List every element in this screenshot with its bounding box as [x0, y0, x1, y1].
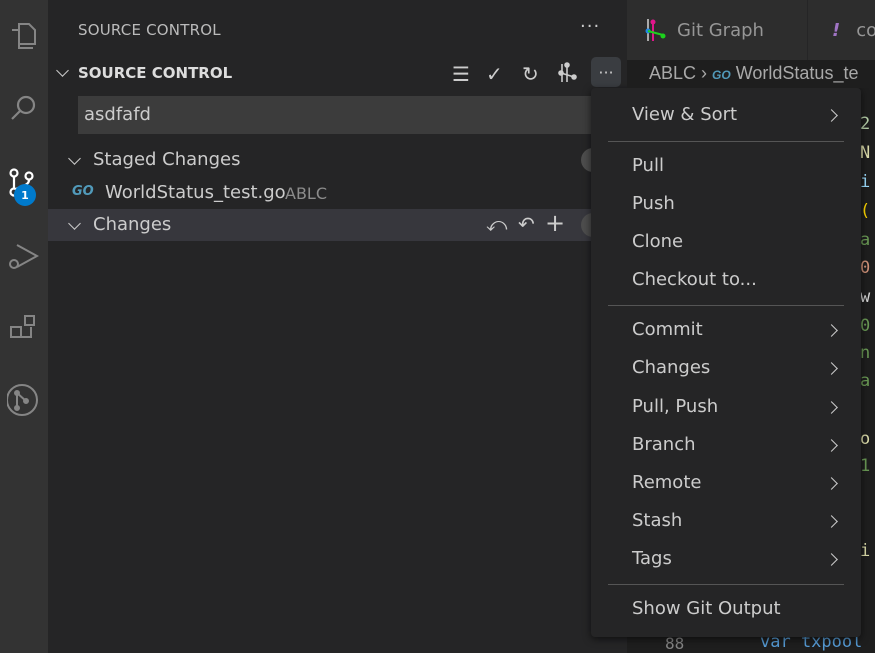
- code-fragment: 1: [860, 456, 871, 476]
- extensions-icon[interactable]: [0, 304, 48, 352]
- chevron-right-icon: [825, 362, 838, 375]
- code-fragment: a: [860, 230, 871, 250]
- tab-git-graph[interactable]: Git Graph: [627, 0, 807, 60]
- chevron-down-icon: [68, 152, 81, 165]
- menu-separator: [608, 141, 844, 142]
- code-fragment: 2: [860, 114, 871, 134]
- exclamation-icon: !: [832, 19, 841, 41]
- menu-label: Stash: [632, 510, 683, 531]
- menu-item-view-sort[interactable]: View & Sort: [591, 98, 861, 134]
- file-folder: ABLC: [285, 184, 328, 203]
- editor-tabs: Git Graph ! co: [627, 0, 875, 60]
- changes-label: Changes: [93, 214, 172, 235]
- staged-file-item[interactable]: GO WorldStatus_test.go ABLC: [48, 177, 627, 209]
- menu-separator: [608, 305, 844, 306]
- menu-label: Commit: [632, 319, 703, 340]
- section-title: SOURCE CONTROL: [78, 64, 233, 82]
- menu-label: Remote: [632, 472, 702, 493]
- menu-item-commit[interactable]: Commit: [591, 313, 861, 349]
- menu-label: View & Sort: [632, 104, 738, 125]
- discard-all-icon[interactable]: ⤺: [486, 212, 507, 236]
- git-graph-icon[interactable]: [0, 376, 48, 424]
- menu-label: Tags: [632, 548, 672, 569]
- changes-header[interactable]: Changes ⤺ ↶ +: [48, 209, 627, 241]
- menu-label: Clone: [632, 231, 684, 252]
- menu-label: Branch: [632, 434, 696, 455]
- chevron-right-icon: [825, 109, 838, 122]
- menu-item-clone[interactable]: Clone: [591, 225, 861, 261]
- scm-badge: 1: [14, 184, 36, 206]
- code-fragment: N: [860, 143, 871, 163]
- tab-label: Git Graph: [677, 19, 764, 41]
- go-file-icon: GO: [72, 184, 94, 199]
- tree-view-icon[interactable]: ☰: [452, 62, 470, 86]
- git-graph-tab-icon: [645, 19, 666, 41]
- staged-changes-label: Staged Changes: [93, 149, 241, 170]
- go-file-icon: GO: [712, 68, 731, 82]
- menu-item-pull[interactable]: Pull: [591, 149, 861, 185]
- commit-check-icon[interactable]: ✓: [486, 62, 503, 86]
- menu-item-checkout[interactable]: Checkout to...: [591, 263, 861, 299]
- menu-item-show-git-output[interactable]: Show Git Output: [591, 592, 861, 628]
- undo-icon[interactable]: ↶: [518, 212, 535, 236]
- tab-second[interactable]: ! co: [808, 0, 875, 60]
- menu-label: Pull, Push: [632, 396, 719, 417]
- more-actions-menu: View & Sort Pull Push Clone Checkout to.…: [591, 88, 861, 637]
- source-control-sidebar: SOURCE CONTROL ··· SOURCE CONTROL ☰ ✓ ↻ …: [48, 0, 627, 653]
- chevron-down-icon: [68, 217, 81, 230]
- search-icon[interactable]: [0, 84, 48, 132]
- more-actions-button[interactable]: ···: [591, 57, 621, 87]
- sidebar-title: SOURCE CONTROL: [78, 21, 221, 39]
- breadcrumb-file[interactable]: WorldStatus_te: [736, 63, 859, 83]
- git-graph-action-icon[interactable]: [558, 62, 578, 89]
- menu-item-stash[interactable]: Stash: [591, 504, 861, 540]
- code-fragment: i: [860, 172, 871, 192]
- code-fragment: w: [860, 287, 871, 307]
- code-fragment: o: [860, 429, 871, 449]
- code-fragment: 0: [860, 316, 871, 336]
- menu-label: Checkout to...: [632, 269, 757, 290]
- chevron-down-icon: [56, 64, 69, 77]
- chevron-right-icon: ›: [701, 63, 713, 83]
- menu-label: Changes: [632, 357, 711, 378]
- code-fragment: 0: [860, 258, 871, 278]
- menu-label: Push: [632, 193, 675, 214]
- breadcrumb: ABLC › GO WorldStatus_te: [627, 60, 875, 88]
- menu-item-branch[interactable]: Branch: [591, 428, 861, 464]
- refresh-icon[interactable]: ↻: [522, 62, 539, 86]
- commit-message-input[interactable]: asdfafd: [78, 96, 598, 134]
- explorer-icon[interactable]: [0, 12, 48, 60]
- menu-item-remote[interactable]: Remote: [591, 466, 861, 502]
- breadcrumb-folder[interactable]: ABLC: [649, 63, 696, 83]
- menu-item-tags[interactable]: Tags: [591, 542, 861, 578]
- activity-bar: 1: [0, 0, 48, 653]
- chevron-right-icon: [825, 401, 838, 414]
- stage-all-plus-icon[interactable]: +: [545, 209, 565, 237]
- code-fragment: a: [860, 371, 871, 391]
- code-fragment: (: [860, 201, 871, 221]
- chevron-right-icon: [825, 515, 838, 528]
- tab-label: co: [856, 19, 875, 41]
- chevron-right-icon: [825, 324, 838, 337]
- menu-item-pull-push[interactable]: Pull, Push: [591, 390, 861, 426]
- code-fragment: i: [860, 541, 871, 561]
- menu-item-push[interactable]: Push: [591, 187, 861, 223]
- menu-label: Pull: [632, 155, 664, 176]
- menu-item-changes[interactable]: Changes: [591, 351, 861, 387]
- chevron-right-icon: [825, 439, 838, 452]
- code-fragment: n: [860, 343, 871, 363]
- staged-changes-header[interactable]: Staged Changes: [48, 144, 627, 176]
- chevron-right-icon: [825, 477, 838, 490]
- run-debug-icon[interactable]: [0, 232, 48, 280]
- chevron-right-icon: [825, 553, 838, 566]
- views-more-button[interactable]: ···: [580, 16, 600, 37]
- file-name: WorldStatus_test.go: [105, 182, 286, 203]
- menu-separator: [608, 584, 844, 585]
- menu-label: Show Git Output: [632, 598, 781, 619]
- source-control-section-header[interactable]: SOURCE CONTROL: [48, 60, 627, 86]
